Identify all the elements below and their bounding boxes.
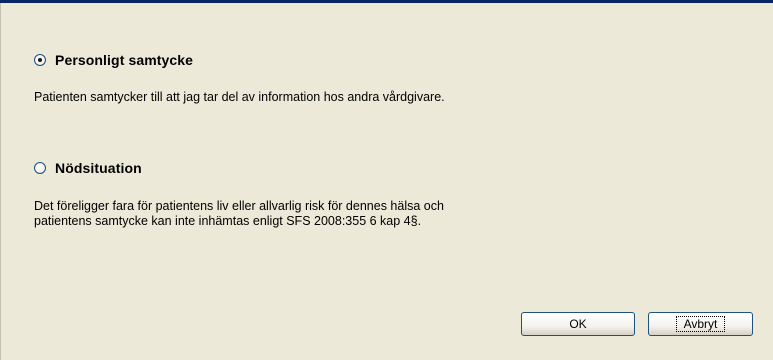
radio-personal-consent[interactable] (34, 54, 46, 66)
option-personal-consent-description: Patienten samtycker till att jag tar del… (34, 90, 445, 104)
option-emergency[interactable]: Nödsituation (34, 160, 142, 176)
consent-dialog: Personligt samtycke Patienten samtycker … (0, 3, 773, 360)
option-personal-consent-label[interactable]: Personligt samtycke (55, 52, 193, 68)
option-emergency-label[interactable]: Nödsituation (55, 160, 142, 176)
option-emergency-description: Det föreligger fara för patientens liv e… (34, 199, 444, 228)
ok-button[interactable]: OK (521, 312, 635, 336)
option-personal-consent[interactable]: Personligt samtycke (34, 52, 193, 68)
cancel-button-label: Avbryt (675, 316, 726, 332)
radio-emergency[interactable] (34, 162, 46, 174)
cancel-button[interactable]: Avbryt (648, 312, 753, 336)
